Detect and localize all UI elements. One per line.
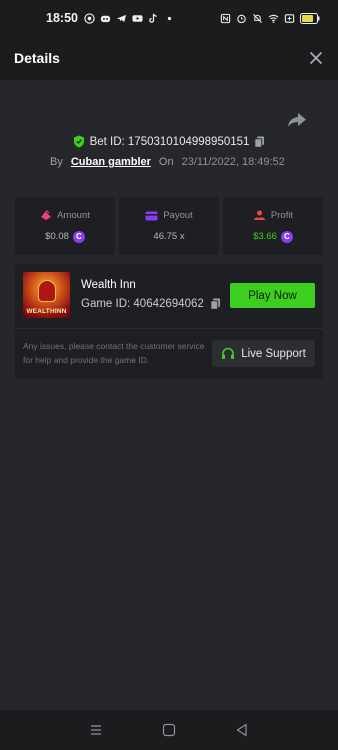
thumbnail-text: WEALTHINN bbox=[26, 308, 67, 315]
telegram-icon bbox=[116, 14, 127, 22]
payout-icon bbox=[145, 211, 158, 220]
stat-value: $3.66 bbox=[253, 231, 277, 242]
stat-value-row: $3.66 C bbox=[253, 230, 293, 243]
nfc-icon bbox=[220, 13, 231, 23]
tiktok-icon bbox=[149, 13, 157, 23]
divider bbox=[15, 328, 323, 329]
game-id-row: Game ID: 40642694062 bbox=[81, 298, 221, 310]
page-title: Details bbox=[14, 50, 60, 66]
headset-icon bbox=[222, 347, 235, 359]
bet-stats: Amount $0.08 C Payout 46.75 x Profit $3.… bbox=[15, 197, 323, 255]
youtube-icon bbox=[132, 14, 143, 22]
share-icon[interactable] bbox=[287, 112, 307, 128]
system-nav-bar bbox=[0, 710, 338, 750]
bet-date: 23/11/2022, 18:49:52 bbox=[181, 156, 285, 168]
mute-icon bbox=[253, 13, 262, 23]
bet-author-row: By Cuban gambler On 23/11/2022, 18:49:52 bbox=[50, 156, 285, 168]
copy-icon[interactable] bbox=[210, 298, 221, 310]
verified-shield-icon bbox=[73, 135, 84, 148]
game-thumbnail[interactable]: WEALTHINN bbox=[23, 272, 70, 318]
system-icons bbox=[220, 12, 320, 24]
back-icon[interactable] bbox=[235, 723, 249, 737]
game-card: WEALTHINN Wealth Inn Game ID: 4064269406… bbox=[15, 264, 323, 379]
coin-icon: C bbox=[280, 230, 293, 243]
user-link[interactable]: Cuban gambler bbox=[71, 156, 151, 168]
game-name: Wealth Inn bbox=[81, 279, 136, 291]
stat-label: Amount bbox=[57, 209, 90, 221]
bet-id-row: Bet ID: 1750310104998950151 bbox=[0, 135, 338, 148]
home-icon[interactable] bbox=[162, 723, 176, 737]
stat-amount: Amount $0.08 C bbox=[15, 197, 115, 255]
live-support-label: Live Support bbox=[241, 347, 306, 360]
live-support-button[interactable]: Live Support bbox=[212, 340, 315, 367]
alarm-icon bbox=[237, 14, 246, 23]
details-header: Details bbox=[0, 36, 338, 80]
stat-label-row: Payout bbox=[145, 210, 193, 221]
battery-icon bbox=[300, 12, 320, 24]
support-notice: Any issues, please contact the customer … bbox=[23, 341, 205, 365]
profit-icon bbox=[253, 210, 266, 220]
stat-label: Payout bbox=[163, 210, 193, 221]
by-label: By bbox=[50, 156, 63, 168]
copy-icon[interactable] bbox=[254, 136, 265, 148]
stat-label-row: Amount bbox=[40, 210, 90, 221]
screen-icon bbox=[284, 13, 295, 23]
menu-icon[interactable] bbox=[89, 723, 103, 737]
status-time: 18:50 bbox=[46, 11, 78, 25]
stat-value-row: 46.75 x bbox=[153, 231, 184, 242]
stat-label-row: Profit bbox=[253, 210, 293, 221]
status-bar: 18:50 bbox=[0, 0, 338, 36]
stat-value: 46.75 x bbox=[153, 231, 185, 242]
stat-payout: Payout 46.75 x bbox=[119, 197, 219, 255]
wifi-icon bbox=[268, 14, 279, 23]
on-label: On bbox=[158, 156, 174, 168]
stat-profit: Profit $3.66 C bbox=[223, 197, 323, 255]
thumbnail-figure bbox=[38, 280, 56, 302]
notification-icons bbox=[84, 12, 175, 24]
game-id: Game ID: 40642694062 bbox=[81, 298, 204, 310]
close-icon[interactable] bbox=[308, 50, 324, 66]
stat-value: $0.08 bbox=[45, 231, 69, 242]
play-now-button[interactable]: Play Now bbox=[230, 283, 315, 308]
discord-icon bbox=[100, 15, 111, 22]
amount-icon bbox=[41, 209, 52, 220]
bet-id: Bet ID: 1750310104998950151 bbox=[89, 135, 250, 148]
dot-icon bbox=[167, 16, 172, 20]
coin-icon: C bbox=[72, 230, 85, 243]
stat-label: Profit bbox=[270, 209, 294, 221]
whatsapp-icon bbox=[84, 12, 95, 24]
stat-value-row: $0.08 C bbox=[45, 230, 85, 243]
